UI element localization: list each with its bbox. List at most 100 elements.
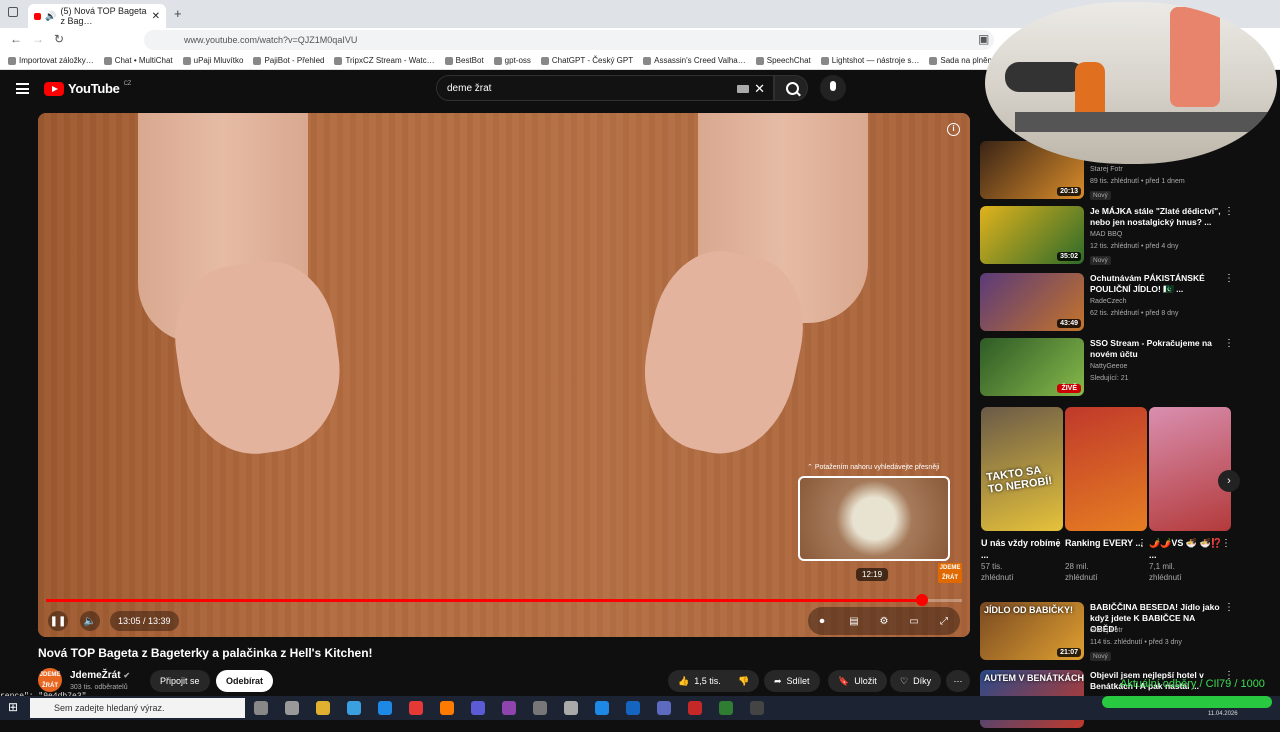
channel-avatar[interactable]: JDEME ŽRÁT [38, 668, 62, 692]
video-title[interactable]: SSO Stream - Pokračujeme na novém účtu [1090, 338, 1222, 360]
pause-icon[interactable]: ❚❚ [48, 611, 68, 631]
subscribe-button[interactable]: Odebírat [216, 670, 274, 692]
bookmark-item[interactable]: ChatGPT - Český GPT [540, 56, 633, 65]
more-actions-button[interactable]: ⋯ [946, 670, 970, 692]
video-thumbnail[interactable]: 35:02 [980, 206, 1084, 264]
join-button[interactable]: Připojit se [150, 670, 210, 692]
more-options-icon[interactable]: ⋮ [1053, 538, 1063, 549]
taskbar-app-icon[interactable] [688, 701, 702, 715]
more-options-icon[interactable]: ⋮ [1224, 206, 1234, 217]
video-thumbnail[interactable]: ŽIVĚ [980, 338, 1084, 396]
channel-name[interactable]: Starej Fotr [1090, 165, 1123, 175]
taskbar-app-icon[interactable] [626, 701, 640, 715]
browser-tab[interactable]: 🔊 (5) Nová TOP Bageta z Bag… ✕ [28, 4, 166, 28]
reload-icon[interactable]: ↻ [54, 32, 64, 46]
taskbar-app-icon[interactable] [471, 701, 485, 715]
taskbar-app-icon[interactable] [657, 701, 671, 715]
bookmark-item[interactable]: uPaji Mluvítko [182, 56, 243, 65]
short-title[interactable]: U nás vždy robíme ... [981, 537, 1063, 561]
youtube-logo[interactable]: YouTube CZ [44, 81, 131, 96]
url-field[interactable]: www.youtube.com/watch?v=QJZ1M0qaIVU [144, 30, 994, 50]
channel-name[interactable]: MAD BBQ [1090, 230, 1122, 240]
short-thumbnail[interactable]: TAKTO SA TO NEROBÍ! [981, 407, 1063, 531]
recommended-video[interactable]: JÍDLO OD BABIČKY! 21:07 BABIČČINA BESEDA! … [980, 602, 1250, 664]
bookmark-item[interactable]: Assassin's Creed Valha… [643, 56, 746, 65]
taskbar-app-icon[interactable] [285, 701, 299, 715]
like-button[interactable]: 👍 1,5 tis. [668, 670, 731, 692]
taskbar-app-icon[interactable] [750, 701, 764, 715]
fullscreen-icon[interactable]: ⤢ [934, 611, 954, 631]
keyboard-icon[interactable] [737, 85, 749, 93]
channel-name[interactable]: JdemeŽrát ✔ [70, 670, 130, 681]
forward-icon[interactable]: → [32, 32, 44, 46]
channel-name[interactable]: Starej Fotr [1090, 626, 1123, 636]
short-card[interactable]: 🌶️🌶️VS 🍜 🍜⁉️ ... 7,1 mil. zhlédnutí ⋮ [1149, 407, 1231, 583]
taskbar-app-icon[interactable] [378, 701, 392, 715]
taskbar-app-icon[interactable] [533, 701, 547, 715]
progress-knob[interactable] [915, 594, 928, 606]
taskbar-app-icon[interactable] [564, 701, 578, 715]
recommended-video[interactable]: ŽIVĚ SSO Stream - Pokračujeme na novém úč… [980, 338, 1250, 400]
video-thumbnail[interactable]: JÍDLO OD BABIČKY! 21:07 [980, 602, 1084, 660]
taskbar-app-icon[interactable] [316, 701, 330, 715]
shorts-next-icon[interactable]: › [1218, 470, 1240, 492]
more-options-icon[interactable]: ⋮ [1137, 538, 1147, 549]
windows-start-icon[interactable]: ⊞ [8, 700, 18, 714]
more-options-icon[interactable]: ⋮ [1221, 538, 1231, 549]
tab-actions-icon[interactable] [8, 7, 18, 17]
bookmark-item[interactable]: BestBot [444, 56, 484, 65]
bookmark-item[interactable]: SpeechChat [755, 56, 811, 65]
video-thumbnail[interactable]: 43:49 [980, 273, 1084, 331]
short-card[interactable]: Ranking EVERY ... 28 mil. zhlédnutí ⋮ [1065, 407, 1147, 583]
subtitles-icon[interactable]: ▤ [844, 611, 864, 631]
taskbar-app-icon[interactable] [719, 701, 733, 715]
taskbar-search[interactable]: Sem zadejte hledaný výraz. [30, 698, 245, 718]
video-title[interactable]: Je MÁJKA stále "Zlaté dědictví", nebo je… [1090, 206, 1222, 228]
bookmark-item[interactable]: Importovat záložky… [8, 56, 94, 65]
new-tab-icon[interactable]: + [174, 6, 182, 21]
search-input[interactable]: deme žrat ✕ [436, 75, 774, 101]
short-thumbnail[interactable] [1149, 407, 1231, 531]
theater-mode-icon[interactable]: ▭ [904, 611, 924, 631]
taskbar-app-icon[interactable] [440, 701, 454, 715]
recommended-video[interactable]: 43:49 Ochutnávám PÁKISTÁNSKÉ POULIČNÍ JÍD… [980, 273, 1250, 335]
menu-icon[interactable] [16, 83, 29, 94]
taskbar-app-icon[interactable] [347, 701, 361, 715]
more-options-icon[interactable]: ⋮ [1224, 338, 1234, 349]
bookmark-item[interactable]: TripxCZ Stream - Watc… [334, 56, 435, 65]
dislike-button[interactable]: 👎 [728, 670, 760, 692]
taskbar-app-icon[interactable] [254, 701, 268, 715]
settings-gear-icon[interactable]: ⚙ [874, 611, 894, 631]
more-options-icon[interactable]: ⋮ [1224, 273, 1234, 284]
taskbar-app-icon[interactable] [409, 701, 423, 715]
tab-close-icon[interactable]: ✕ [152, 11, 160, 22]
channel-watermark[interactable]: JDEME ŽRÁT [938, 563, 962, 583]
volume-icon[interactable]: 🔈 [80, 611, 100, 631]
short-title[interactable]: Ranking EVERY ... [1065, 537, 1147, 561]
reader-icon[interactable]: ▣ [978, 32, 989, 46]
save-button[interactable]: 🔖 Uložit [828, 670, 887, 692]
channel-name[interactable]: RadeCzech [1090, 297, 1127, 307]
search-button[interactable] [774, 75, 808, 101]
bookmark-item[interactable]: PajiBot - Přehled [253, 56, 324, 65]
share-button[interactable]: ➦ Sdílet [764, 670, 820, 692]
video-player[interactable]: i ⌃ Potažením nahoru vyhledávejte přesně… [38, 113, 970, 637]
short-title[interactable]: 🌶️🌶️VS 🍜 🍜⁉️ ... [1149, 537, 1231, 561]
video-title[interactable]: Ochutnávám PÁKISTÁNSKÉ POULIČNÍ JÍDLO! 🇵… [1090, 273, 1222, 295]
voice-search-icon[interactable] [820, 75, 846, 101]
back-icon[interactable]: ← [10, 32, 22, 46]
short-card[interactable]: TAKTO SA TO NEROBÍ! U nás vždy robíme ...… [981, 407, 1063, 583]
taskbar-app-icon[interactable] [502, 701, 516, 715]
more-options-icon[interactable]: ⋮ [1224, 602, 1234, 613]
info-icon[interactable]: i [947, 123, 960, 136]
bookmark-item[interactable]: Lightshot — nástroje s… [820, 56, 919, 65]
recommended-video[interactable]: 35:02 Je MÁJKA stále "Zlaté dědictví", ne… [980, 206, 1250, 268]
thanks-button[interactable]: ♡ Díky [890, 670, 942, 692]
channel-name[interactable]: NattyGeeoe [1090, 362, 1127, 372]
taskbar-app-icon[interactable] [595, 701, 609, 715]
bookmark-item[interactable]: gpt-oss [493, 56, 531, 65]
autoplay-toggle-icon[interactable]: ⏺ [812, 611, 832, 631]
clear-search-icon[interactable]: ✕ [754, 81, 765, 97]
progress-bar[interactable] [46, 594, 962, 606]
bookmark-item[interactable]: Chat • MultiChat [103, 56, 173, 65]
